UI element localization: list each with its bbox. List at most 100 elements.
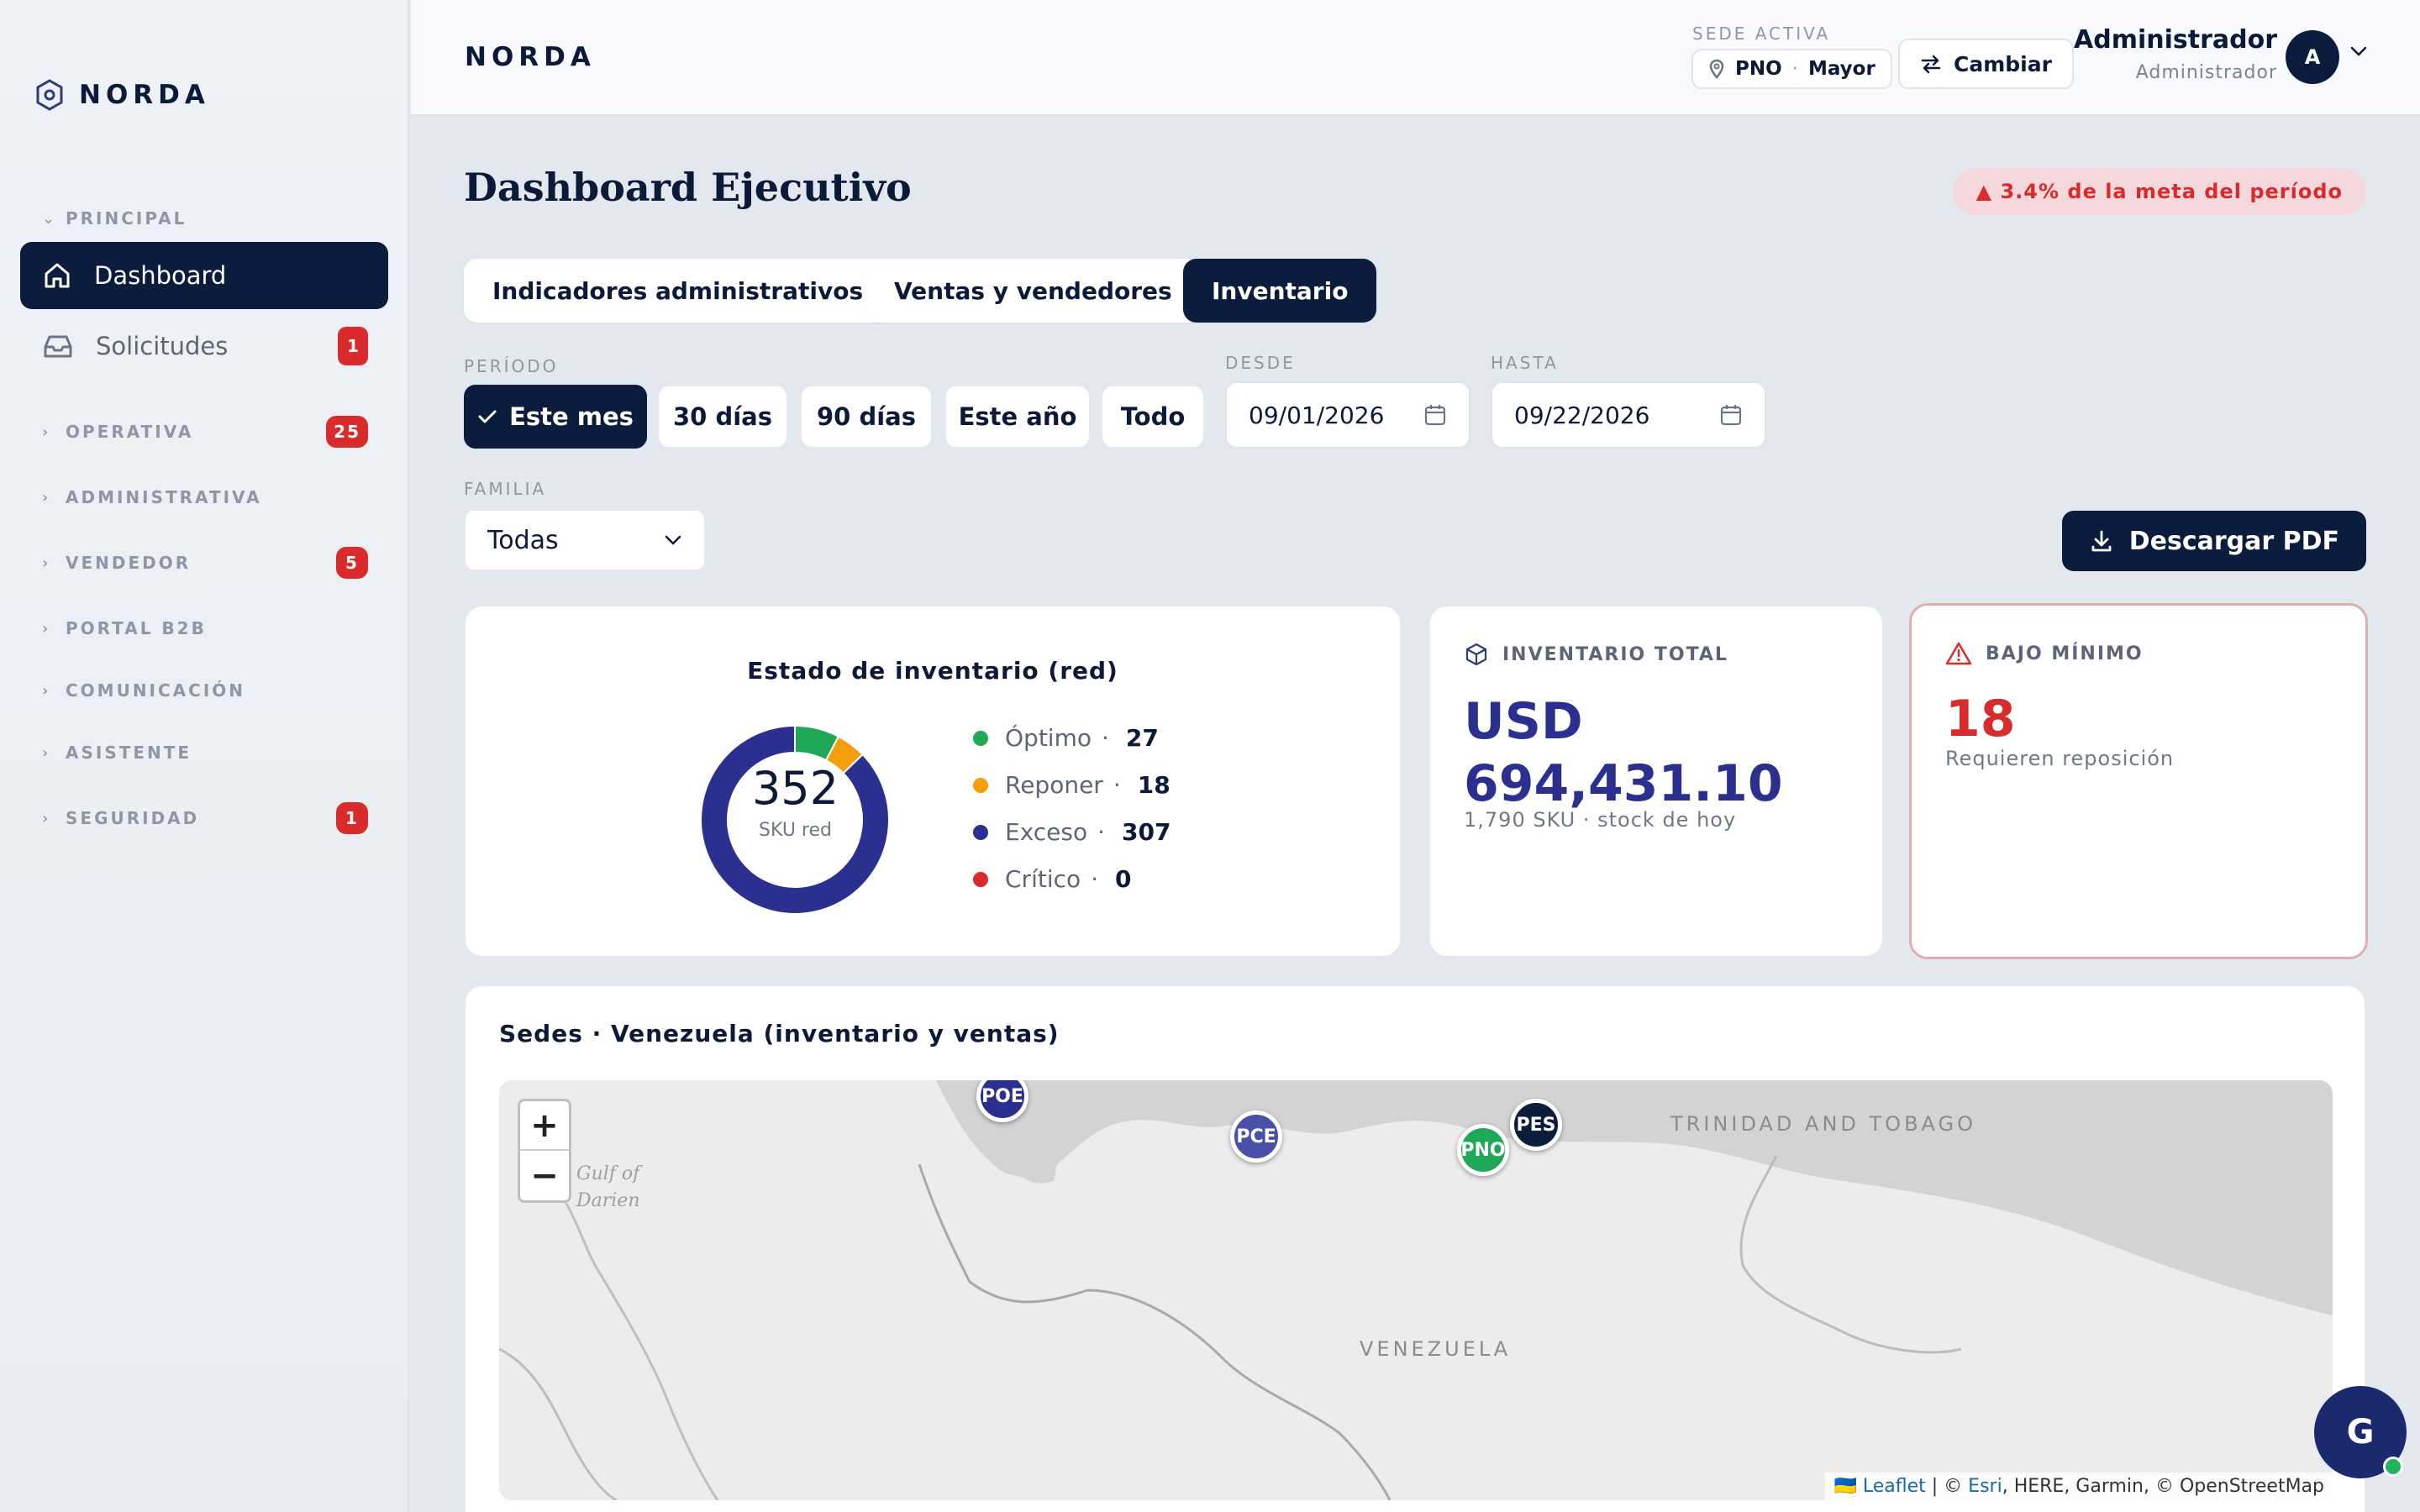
section-badge: 5: [336, 547, 368, 579]
legend-critico: Crítico · 0: [973, 865, 1132, 893]
familia-label: FAMILIA: [464, 479, 547, 499]
period-este-mes-button[interactable]: Este mes: [464, 385, 647, 449]
section-badge: 1: [336, 802, 368, 834]
chevron-right-icon: ›: [42, 423, 51, 441]
map-marker-pes[interactable]: PES: [1510, 1099, 1562, 1151]
sidebar-item-solicitudes[interactable]: Solicitudes 1: [20, 312, 388, 380]
leaflet-link[interactable]: Leaflet: [1863, 1476, 1926, 1497]
home-icon: [45, 263, 70, 288]
inbox-icon: [44, 335, 72, 358]
section-asistente[interactable]: › ASISTENTE: [42, 743, 192, 763]
map-marker-pno[interactable]: PNO: [1457, 1124, 1509, 1176]
kpi-label: BAJO MÍNIMO: [1986, 643, 2144, 664]
period-30-dias-button[interactable]: 30 días: [657, 385, 788, 449]
tab-inventario[interactable]: Inventario: [1183, 259, 1377, 323]
legend-exceso: Exceso · 307: [973, 818, 1171, 846]
legend-label: Reponer: [1005, 771, 1103, 799]
legend-label: Exceso: [1005, 818, 1088, 846]
chevron-right-icon: ›: [42, 554, 51, 572]
map-label-darien-name: Darien: [576, 1190, 640, 1211]
section-comunicacion[interactable]: › COMUNICACIÓN: [42, 680, 245, 701]
cambiar-sede-button[interactable]: Cambiar: [1898, 39, 2074, 89]
period-todo-button[interactable]: Todo: [1101, 385, 1205, 449]
download-pdf-button[interactable]: Descargar PDF: [2061, 511, 2366, 571]
section-label: PORTAL B2B: [66, 618, 207, 638]
chevron-down-icon[interactable]: [2349, 45, 2368, 57]
kpi-sub: 1,790 SKU · stock de hoy: [1464, 808, 1737, 832]
desde-label: DESDE: [1225, 353, 1296, 373]
sedes-map[interactable]: + − Gulf of Darien TRINIDAD AND TOBAGO V…: [499, 1080, 2333, 1500]
map-marker-pce[interactable]: PCE: [1230, 1110, 1282, 1163]
sedes-map-card: Sedes · Venezuela (inventario y ventas) …: [464, 984, 2366, 1512]
attribution-sep: | ©: [1925, 1476, 1969, 1497]
location-pin-icon: [1709, 59, 1724, 79]
online-status-dot: [2383, 1457, 2403, 1477]
swap-arrows-icon: [1921, 55, 1941, 74]
section-principal[interactable]: ⌄ PRINCIPAL: [42, 208, 187, 228]
inventario-total-card: INVENTARIO TOTAL USD 694,431.10 1,790 SK…: [1428, 605, 1884, 958]
period-este-ano-button[interactable]: Este año: [944, 385, 1091, 449]
desde-date-input[interactable]: 09/01/2026: [1225, 381, 1470, 449]
assistant-fab-letter: G: [2346, 1413, 2375, 1452]
legend-label: Crítico: [1005, 865, 1081, 893]
familia-select[interactable]: Todas: [464, 509, 706, 571]
period-label: Este mes: [509, 402, 634, 431]
section-vendedor[interactable]: › VENDEDOR 5: [42, 547, 368, 579]
legend-label: Óptimo: [1005, 724, 1092, 752]
legend-separator: ·: [1097, 818, 1106, 846]
chevron-right-icon: ›: [42, 809, 51, 827]
legend-separator: ·: [1091, 865, 1099, 893]
section-label: COMUNICACIÓN: [66, 680, 246, 701]
assistant-fab-button[interactable]: G: [2314, 1386, 2407, 1478]
check-icon: [478, 410, 497, 423]
kpi-value: 18: [1945, 690, 2016, 748]
sidebar-item-dashboard[interactable]: Dashboard: [20, 242, 388, 309]
section-portal-b2b[interactable]: › PORTAL B2B: [42, 618, 207, 638]
calendar-icon: [1424, 405, 1446, 426]
donut-total-label: SKU red: [759, 820, 832, 841]
hasta-date-input[interactable]: 09/22/2026: [1491, 381, 1766, 449]
brand-name: NORDA: [79, 80, 210, 110]
section-administrativa[interactable]: › ADMINISTRATIVA: [42, 487, 262, 507]
legend-value: 307: [1122, 818, 1171, 846]
chart-title: Estado de inventario (red): [747, 657, 1118, 685]
section-seguridad[interactable]: › SEGURIDAD 1: [42, 802, 368, 834]
download-pdf-label: Descargar PDF: [2128, 526, 2339, 556]
legend-optimo: Óptimo · 27: [973, 724, 1159, 752]
period-90-dias-button[interactable]: 90 días: [800, 385, 933, 449]
sede-pill: PNO · Mayor: [1691, 49, 1892, 89]
sidebar-item-label: Solicitudes: [96, 332, 229, 360]
map-land-shapes: [499, 1080, 2333, 1500]
sidebar-item-label: Dashboard: [94, 261, 227, 290]
section-operativa[interactable]: › OPERATIVA 25: [42, 416, 368, 448]
esri-link[interactable]: Esri: [1968, 1476, 2002, 1497]
ukraine-flag-icon: 🇺🇦: [1833, 1476, 1857, 1497]
zoom-in-button[interactable]: +: [520, 1101, 569, 1151]
section-label: ASISTENTE: [66, 743, 192, 763]
hasta-value: 09/22/2026: [1514, 401, 1650, 429]
sede-label: SEDE ACTIVA: [1692, 24, 1831, 44]
tab-indicadores[interactable]: Indicadores administrativos: [464, 259, 892, 323]
marker-code: PCE: [1236, 1126, 1276, 1147]
chevron-right-icon: ›: [42, 488, 51, 507]
chevron-down-icon: ⌄: [42, 209, 58, 228]
tab-ventas[interactable]: Ventas y vendedores: [865, 259, 1201, 323]
section-badge: 25: [326, 416, 368, 448]
legend-separator: ·: [1101, 724, 1109, 752]
sede-code: PNO: [1735, 58, 1782, 80]
brand[interactable]: NORDA: [35, 79, 210, 111]
sidebar: NORDA ⌄ PRINCIPAL Dashboard Solicitudes …: [0, 0, 409, 1512]
zoom-out-button[interactable]: −: [520, 1151, 569, 1200]
chevron-down-icon: [665, 535, 681, 545]
kpi-value: USD 694,431.10: [1464, 690, 1783, 815]
chevron-right-icon: ›: [42, 681, 51, 700]
avatar[interactable]: A: [2286, 30, 2339, 84]
kpi-header: INVENTARIO TOTAL: [1464, 642, 1728, 667]
map-attribution: 🇺🇦 Leaflet | © Esri, HERE, Garmin, © Ope…: [1825, 1473, 2333, 1500]
section-label: ADMINISTRATIVA: [66, 487, 262, 507]
inventory-status-card: Estado de inventario (red) 352 SKU red Ó…: [464, 605, 1402, 958]
header-logo[interactable]: NORDA: [465, 42, 596, 72]
map-label-venezuela: VENEZUELA: [1360, 1337, 1512, 1361]
notification-badge: 1: [338, 327, 368, 365]
desde-value: 09/01/2026: [1249, 401, 1385, 429]
